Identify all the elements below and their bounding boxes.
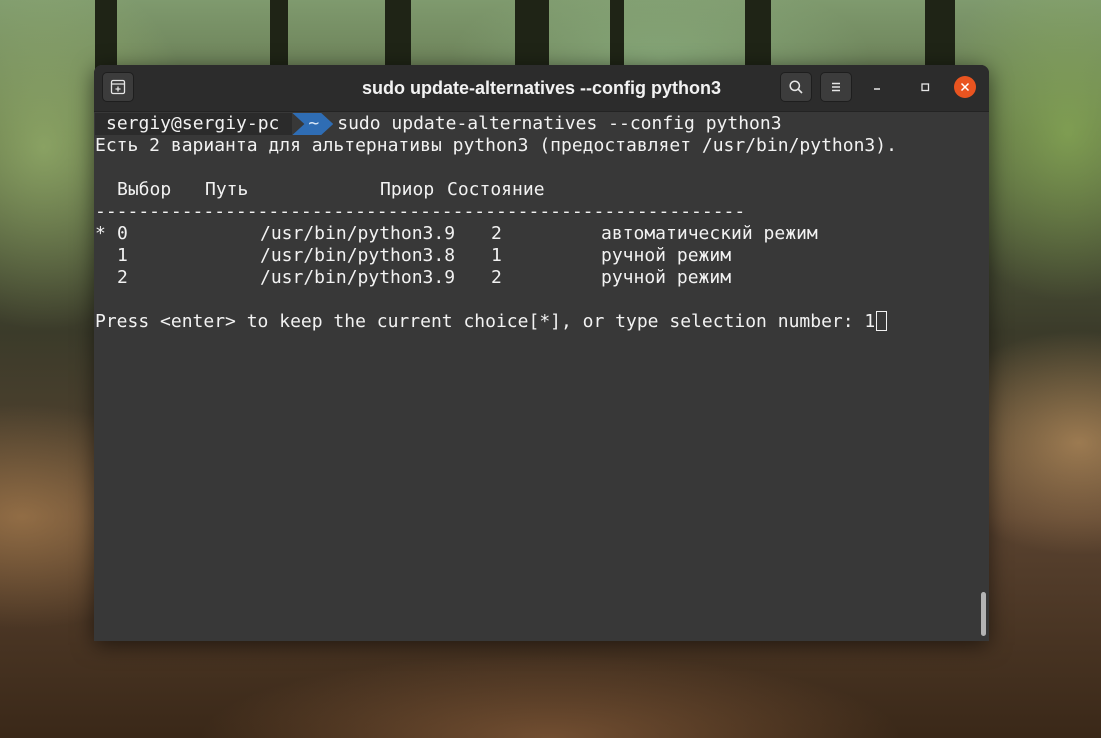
minimize-icon (874, 88, 880, 90)
row-status: автоматический режим (601, 223, 818, 244)
row-path: /usr/bin/python3.8 (260, 245, 456, 266)
row-priority: 2 (491, 223, 502, 244)
terminal-window: sudo update-alternatives --config python… (94, 65, 989, 641)
wallpaper-tree-trunk (515, 0, 549, 70)
row-selection: 1 (117, 245, 128, 266)
table-header: Выбор Путь Приор Состояние (95, 179, 985, 201)
maximize-button[interactable] (914, 76, 936, 98)
header-path: Путь (205, 179, 249, 200)
maximize-icon (921, 83, 930, 92)
wallpaper-tree-trunk (95, 0, 117, 70)
header-status: Состояние (447, 179, 545, 200)
wallpaper-tree-trunk (610, 0, 624, 70)
table-row: * 0 /usr/bin/python3.9 2 автоматический … (95, 223, 985, 245)
minimize-button[interactable] (866, 76, 888, 98)
input-prompt-text: Press <enter> to keep the current choice… (95, 311, 865, 332)
header-selection: Выбор (117, 179, 172, 200)
table-row: 1 /usr/bin/python3.8 1 ручной режим (95, 245, 985, 267)
input-prompt-line[interactable]: Press <enter> to keep the current choice… (95, 311, 888, 333)
row-path: /usr/bin/python3.9 (260, 267, 456, 288)
scrollbar-thumb[interactable] (981, 592, 986, 636)
row-path: /usr/bin/python3.9 (260, 223, 456, 244)
row-status: ручной режим (601, 267, 732, 288)
row-current-marker: * (95, 223, 106, 244)
hamburger-menu-icon (832, 82, 840, 92)
close-icon (960, 82, 970, 92)
terminal-output[interactable]: sergiy@sergiy-pc ~ sudo update-alternative… (94, 112, 989, 641)
search-icon (789, 80, 803, 94)
prompt-user: sergiy@sergiy-pc (95, 113, 293, 135)
row-priority: 1 (491, 245, 502, 266)
window-title: sudo update-alternatives --config python… (361, 78, 722, 98)
row-selection: 2 (117, 267, 128, 288)
wallpaper-tree-trunk (745, 0, 771, 70)
wallpaper-tree-trunk (385, 0, 411, 70)
wallpaper-tree-trunk (925, 0, 955, 70)
window-titlebar[interactable]: sudo update-alternatives --config python… (94, 65, 989, 112)
prompt-line: sergiy@sergiy-pc ~ sudo update-alternative… (95, 113, 782, 135)
close-button[interactable] (954, 76, 976, 98)
search-button[interactable] (780, 72, 812, 102)
command-text: sudo update-alternatives --config python… (337, 113, 782, 134)
table-row: 2 /usr/bin/python3.9 2 ручной режим (95, 267, 985, 289)
text-cursor (876, 311, 888, 331)
typed-input[interactable]: 1 (864, 311, 875, 332)
row-selection: 0 (117, 223, 128, 244)
row-status: ручной режим (601, 245, 732, 266)
header-priority: Приор (380, 179, 435, 200)
menu-button[interactable] (820, 72, 852, 102)
table-separator: ----------------------------------------… (95, 201, 746, 222)
new-tab-button[interactable] (102, 72, 134, 102)
new-tab-icon (110, 79, 126, 95)
prompt-directory: ~ (292, 113, 333, 135)
wallpaper-tree-trunk (270, 0, 288, 70)
info-line: Есть 2 варианта для альтернативы python3… (95, 135, 897, 156)
row-priority: 2 (491, 267, 502, 288)
